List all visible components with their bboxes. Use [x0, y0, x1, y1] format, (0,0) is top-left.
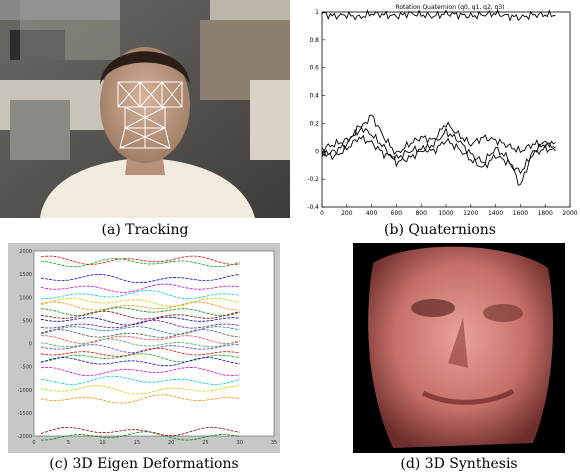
x-tick-label: 1200: [463, 210, 478, 217]
y-tick-label: 0.2: [309, 120, 319, 127]
x-tick-label: 0: [320, 210, 324, 217]
y-tick-label: 0.4: [309, 93, 319, 100]
x-tick-label: 1800: [538, 210, 553, 217]
chart-title: Rotation Quaternion (q0, q1, q2, q3): [395, 4, 504, 11]
y-tick-label: -0.2: [307, 176, 319, 183]
y-tick-label: -500: [21, 365, 32, 371]
eigen-deformation-chart: 2000 1500 1000 500 0 -500 -1000 -1500 -2000 0 5 10…: [8, 243, 280, 453]
x-tick-label: 15: [134, 440, 140, 446]
x-tick-label: 200: [341, 210, 353, 217]
y-tick-label: 500: [22, 318, 32, 324]
quaternion-chart: Rotation Quaternion (q0, q1, q2, q3) 1 0.…: [300, 0, 580, 220]
x-tick-label: 1400: [488, 210, 503, 217]
y-tick-label: 1: [315, 9, 319, 16]
y-tick-label: 1500: [19, 272, 32, 278]
x-tick-label: 2000: [562, 210, 577, 217]
caption-quaternions: (b) Quaternions: [384, 222, 496, 238]
x-tick-label: 30: [237, 440, 243, 446]
x-tick-label: 800: [415, 210, 427, 217]
caption-tracking: (a) Tracking: [101, 222, 189, 238]
x-tick-label: 400: [366, 210, 378, 217]
x-tick-label: 1600: [513, 210, 528, 217]
y-tick-label: -0.4: [307, 204, 319, 211]
tracking-image: [0, 0, 290, 218]
y-tick-label: 0: [315, 148, 319, 155]
y-tick-label: 0: [29, 342, 32, 348]
y-tick-label: -1500: [17, 411, 32, 417]
y-tick-label: 1000: [19, 295, 32, 301]
y-tick-label: 2000: [19, 249, 32, 255]
x-tick-label: 35: [271, 440, 277, 446]
x-tick-label: 5: [67, 440, 70, 446]
x-tick-label: 20: [168, 440, 174, 446]
x-tick-label: 1000: [438, 210, 453, 217]
y-tick-label: -1000: [17, 388, 32, 394]
x-tick-label: 25: [202, 440, 208, 446]
x-tick-label: 10: [99, 440, 105, 446]
x-tick-label: 0: [32, 440, 35, 446]
caption-synthesis: (d) 3D Synthesis: [400, 456, 518, 472]
caption-eigen: (c) 3D Eigen Deformations: [49, 456, 239, 472]
x-tick-label: 600: [391, 210, 403, 217]
y-tick-label: -2000: [17, 434, 32, 440]
y-tick-label: 0.6: [309, 65, 319, 72]
synthesis-image: [353, 243, 565, 453]
y-tick-label: 0.8: [309, 37, 319, 44]
